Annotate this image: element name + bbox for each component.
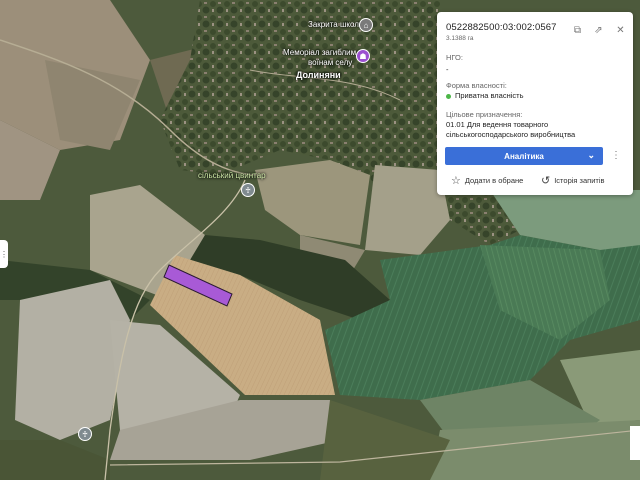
chevron-down-icon: ⌄ bbox=[587, 150, 595, 160]
add-favorites-label: Додати в обране bbox=[464, 176, 524, 185]
add-favorites-button[interactable]: ☆ Додати в обране bbox=[451, 174, 523, 187]
close-icon[interactable]: ✕ bbox=[615, 25, 626, 36]
ownership-status-dot bbox=[446, 94, 451, 99]
memorial-icon[interactable]: ☗ bbox=[357, 50, 369, 62]
history-icon: ↺ bbox=[541, 175, 551, 187]
purpose-line1: 01.01 Для ведення товарного bbox=[446, 120, 549, 129]
request-history-button[interactable]: ↺ Історія запитів bbox=[541, 174, 605, 187]
cemetery-icon-2[interactable]: ♰ bbox=[79, 428, 91, 440]
cadastral-number: 0522882500:03:002:0567 bbox=[446, 22, 557, 33]
request-history-label: Історія запитів bbox=[554, 176, 605, 185]
map-scale bbox=[630, 426, 640, 460]
analytics-button[interactable]: Аналітика ⌄ bbox=[445, 147, 603, 165]
side-panel-handle[interactable]: ⋮ bbox=[0, 240, 8, 268]
ngo-label: НГО: bbox=[446, 53, 463, 62]
school-label: Закрита школа bbox=[308, 20, 364, 29]
purpose-line2: сільськогосподарського виробництва bbox=[446, 130, 576, 139]
parcel-area: 3.1388 га bbox=[446, 35, 474, 42]
parcel-info-panel: 0522882500:03:002:0567 3.1388 га ⧉ ⇗ ✕ Н… bbox=[437, 12, 633, 195]
field bbox=[430, 420, 640, 480]
school-icon[interactable]: ⌂ bbox=[360, 19, 372, 31]
ownership-label: Форма власності: bbox=[446, 81, 507, 90]
ngo-value: - bbox=[446, 65, 449, 74]
star-icon: ☆ bbox=[451, 175, 461, 187]
memorial-label-line1: Меморіал загиблим bbox=[283, 48, 357, 57]
memorial-label-line2: воїнам селу bbox=[308, 58, 353, 67]
open-external-icon[interactable]: ⇗ bbox=[593, 25, 604, 36]
town-label: Долиняни bbox=[296, 70, 341, 80]
purpose-label: Цільове призначення: bbox=[446, 110, 523, 119]
cemetery-icon[interactable]: ♰ bbox=[242, 184, 254, 196]
more-options-icon[interactable]: ⋮ bbox=[611, 150, 621, 161]
ownership-value: Приватна власність bbox=[455, 91, 524, 100]
cemetery-label: сільський цвинтар bbox=[198, 171, 266, 180]
copy-icon[interactable]: ⧉ bbox=[572, 25, 583, 36]
analytics-button-label: Аналітика bbox=[504, 151, 544, 161]
